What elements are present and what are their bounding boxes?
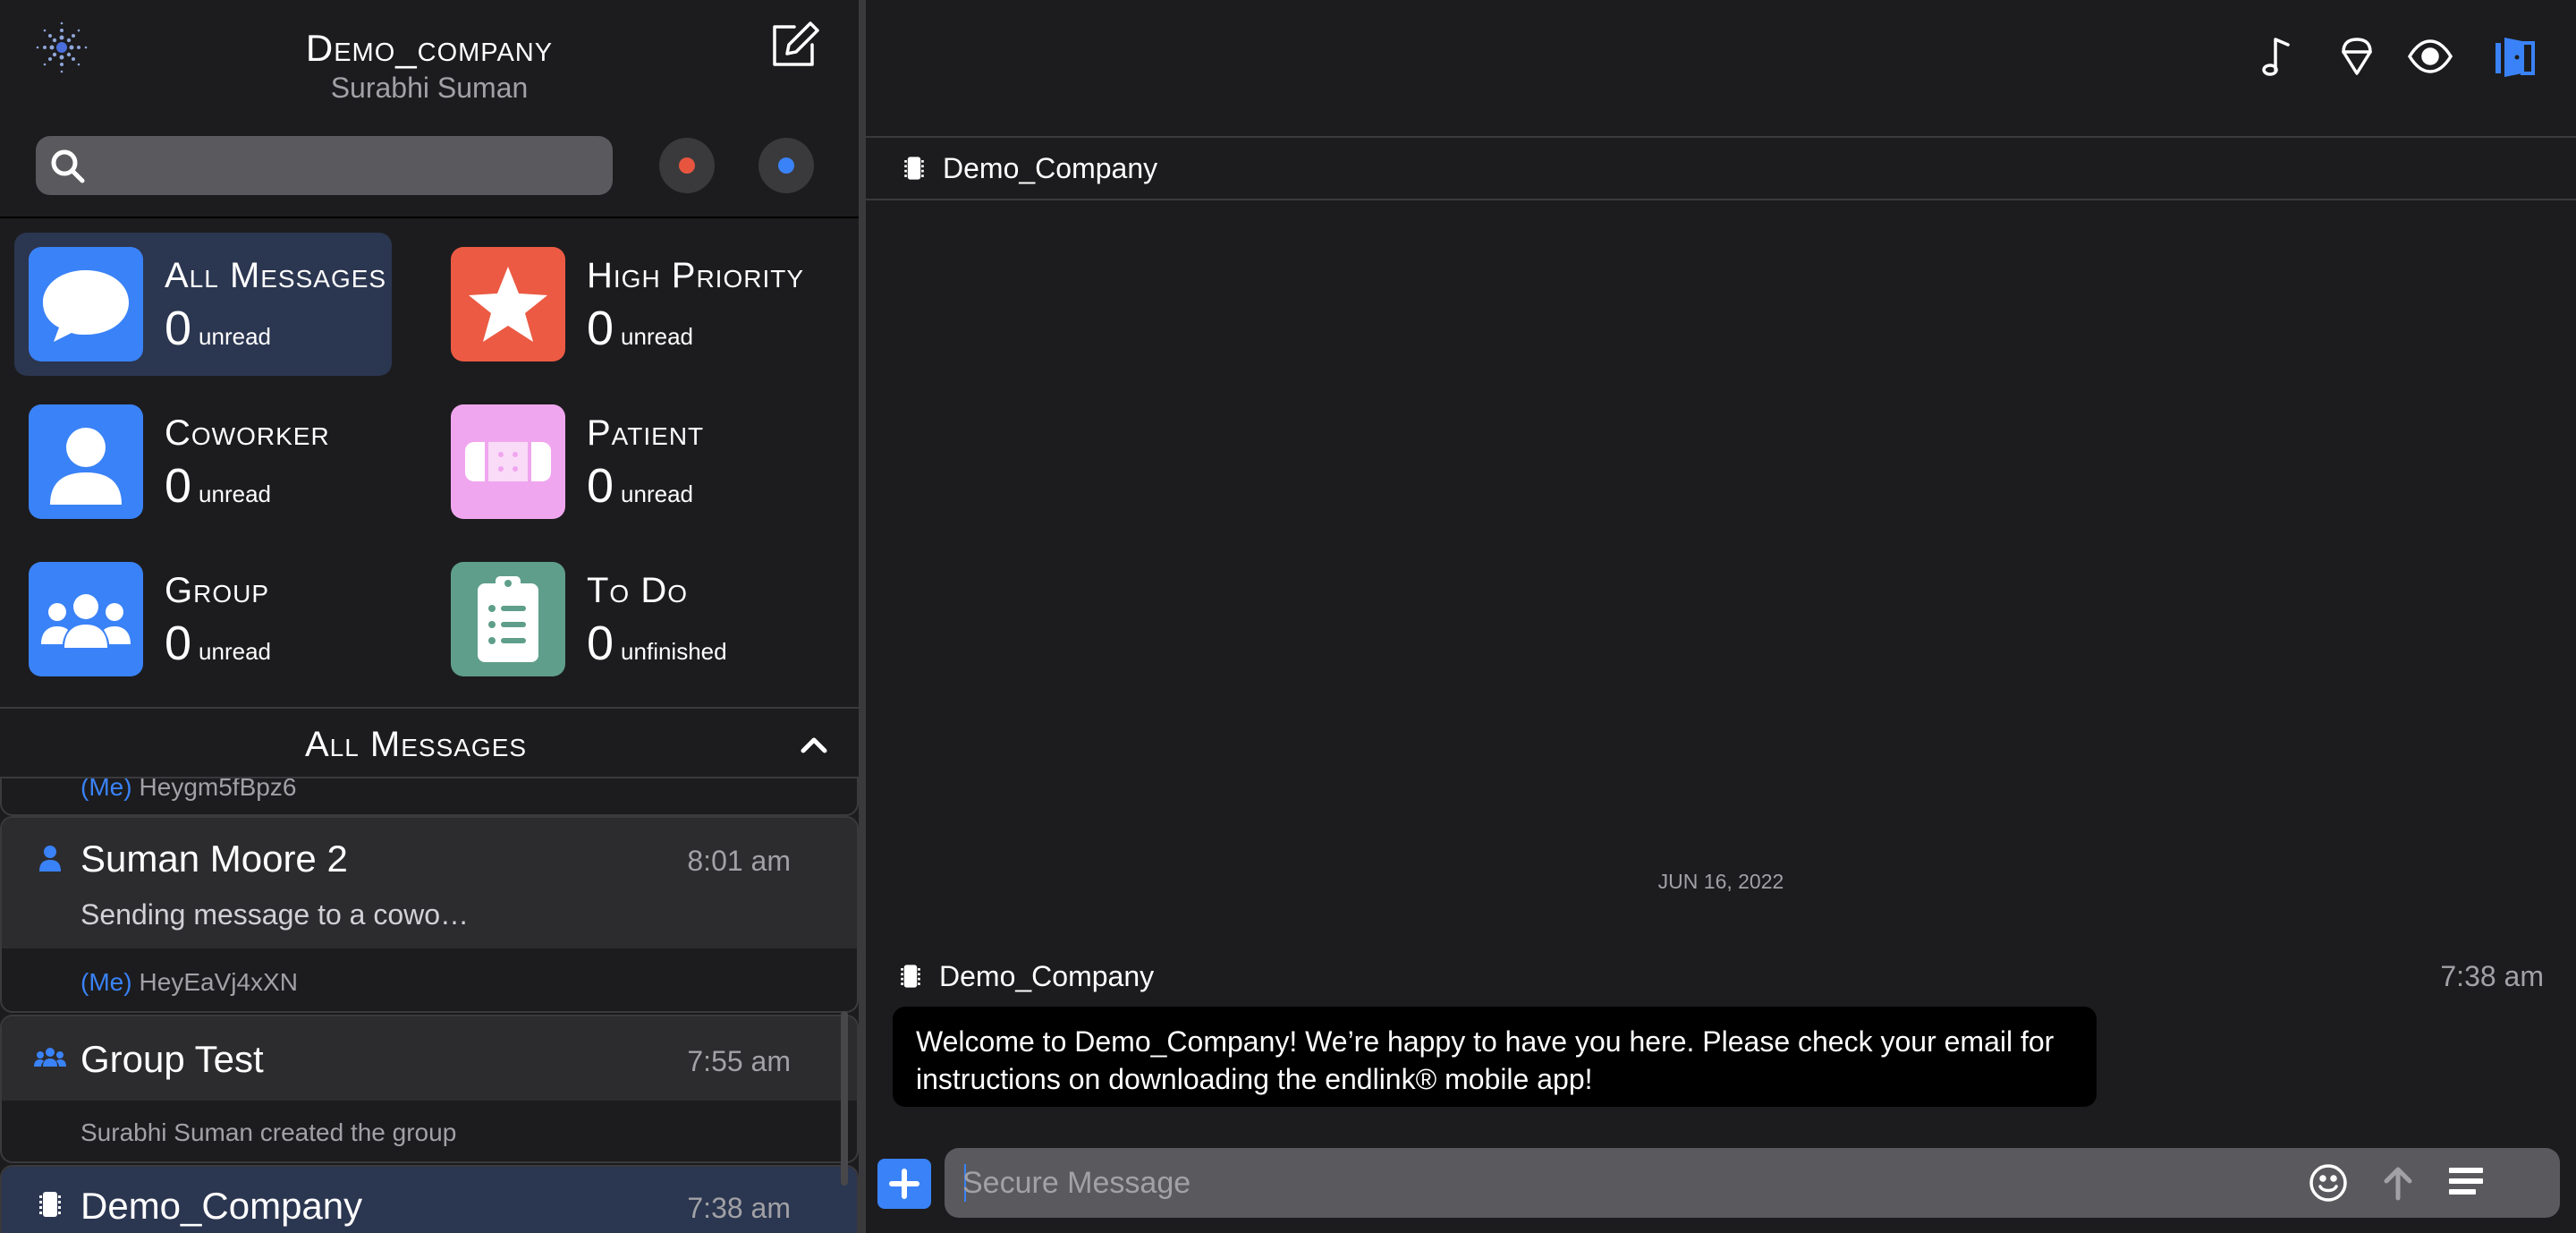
company-icon — [904, 157, 924, 180]
company-icon — [901, 965, 920, 988]
message-bubble[interactable]: Welcome to Demo_Company! We’re happy to … — [893, 1007, 2097, 1107]
tile-count: 0 unread — [165, 616, 271, 671]
message-composer[interactable] — [945, 1148, 2560, 1218]
divider — [866, 199, 2576, 200]
conversation-preview: Sending message to a cowo… — [80, 898, 470, 931]
app-window: Demo_company Surabhi Suman All Messages — [0, 0, 2576, 1233]
plus-icon — [889, 1169, 919, 1199]
tile-count: 0 unfinished — [587, 616, 727, 671]
divider — [866, 136, 2576, 138]
last-message-text: Heygm5fBpz6 — [139, 778, 297, 801]
divider — [0, 217, 859, 218]
user-name: Surabhi Suman — [330, 72, 529, 104]
last-message: (Me) HeyEaVj4xXN — [80, 968, 298, 997]
tile-count: 0 unread — [165, 301, 271, 356]
message-time: 7:38 am — [2440, 960, 2544, 992]
message-input[interactable] — [962, 1148, 2286, 1218]
chat-pane: Demo_Company JUN 16, 2022 Demo_Company 7… — [866, 0, 2576, 1233]
speech-bubble-icon — [29, 247, 143, 361]
ice-cream-icon[interactable] — [2333, 32, 2381, 81]
last-message-text: HeyEaVj4xXN — [139, 968, 298, 996]
conversation-title[interactable]: Demo_Company — [943, 152, 1157, 185]
red-dot-icon — [679, 157, 695, 174]
unread-count: 0 — [165, 459, 192, 513]
clipboard-icon — [451, 562, 565, 676]
unread-unit: unread — [199, 480, 272, 507]
tile-group[interactable]: Group 0 unread — [14, 548, 392, 691]
unread-unit: unread — [621, 480, 694, 507]
message-sender: Demo_Company — [939, 960, 1155, 992]
conversation-name: Suman Moore 2 — [80, 838, 348, 880]
conversation-item[interactable]: (Me) Heygm5fBpz6 — [0, 778, 859, 816]
company-name: Demo_company — [305, 27, 554, 69]
tile-count: 0 unread — [165, 458, 271, 514]
unread-unit: unread — [199, 638, 272, 665]
search-icon — [51, 149, 85, 183]
pane-divider[interactable] — [859, 0, 866, 1233]
conversation-time: 7:38 am — [687, 1192, 791, 1224]
conversation-time: 8:01 am — [687, 845, 791, 877]
group-icon — [29, 562, 143, 676]
tile-title: To Do — [587, 571, 688, 610]
blue-dot-icon — [778, 157, 794, 174]
tile-high-priority[interactable]: High Priority 0 unread — [436, 233, 814, 376]
exit-door-icon[interactable] — [2490, 32, 2538, 81]
section-title: All Messages — [304, 725, 528, 764]
chevron-up-icon[interactable] — [796, 727, 832, 762]
search-input[interactable] — [98, 136, 599, 195]
last-message: (Me) Heygm5fBpz6 — [80, 778, 296, 802]
unfinished-unit: unfinished — [621, 638, 727, 665]
red-status-button[interactable] — [659, 138, 715, 193]
send-arrow-icon[interactable] — [2376, 1161, 2420, 1205]
person-icon — [29, 404, 143, 519]
conversation-item-selected[interactable]: Demo_Company 7:38 am — [0, 1165, 859, 1233]
me-label: (Me) — [80, 778, 132, 801]
search-bar[interactable] — [36, 136, 613, 195]
conversation-time: 7:55 am — [687, 1045, 791, 1077]
tile-all-messages[interactable]: All Messages 0 unread — [14, 233, 392, 376]
menu-lines-icon[interactable] — [2444, 1161, 2488, 1205]
unread-count: 0 — [587, 459, 614, 513]
star-icon — [451, 247, 565, 361]
tile-coworker[interactable]: Coworker 0 unread — [14, 390, 392, 533]
company-icon — [39, 1192, 61, 1217]
conversation-item[interactable]: Suman Moore 2 8:01 am Sending message to… — [0, 816, 859, 1013]
tile-patient[interactable]: Patient 0 unread — [436, 390, 814, 533]
conversation-item[interactable]: Group Test 7:55 am Surabhi Suman created… — [0, 1015, 859, 1163]
scrollbar[interactable] — [841, 1011, 848, 1186]
unread-count: 0 — [165, 616, 192, 670]
date-divider: JUN 16, 2022 — [1657, 870, 1784, 893]
unread-unit: unread — [199, 323, 272, 350]
blue-status-button[interactable] — [758, 138, 814, 193]
tile-title: Patient — [587, 413, 705, 453]
music-note-icon[interactable] — [2254, 32, 2302, 81]
tile-count: 0 unread — [587, 458, 693, 514]
conversation-list[interactable]: (Me) Heygm5fBpz6 Suman Moore 2 8:01 am Se… — [0, 778, 859, 1233]
compose-icon[interactable] — [767, 18, 821, 72]
conversation-name: Demo_Company — [80, 1185, 363, 1227]
eye-icon[interactable] — [2406, 32, 2454, 81]
person-icon — [39, 846, 61, 872]
messages-section-header[interactable]: All Messages — [0, 707, 859, 778]
attach-button[interactable] — [877, 1159, 931, 1209]
bandage-icon — [451, 404, 565, 519]
conversation-name: Group Test — [80, 1038, 264, 1080]
group-icon — [34, 1048, 66, 1067]
tile-title: High Priority — [587, 256, 805, 295]
unread-unit: unread — [621, 323, 694, 350]
emoji-icon[interactable] — [2306, 1161, 2351, 1205]
tile-to-do[interactable]: To Do 0 unfinished — [436, 548, 814, 691]
tile-count: 0 unread — [587, 301, 693, 356]
unfinished-count: 0 — [587, 616, 614, 670]
sidebar: Demo_company Surabhi Suman All Messages — [0, 0, 859, 1233]
unread-count: 0 — [165, 302, 192, 355]
tile-title: Coworker — [165, 413, 330, 453]
me-label: (Me) — [80, 968, 132, 996]
unread-count: 0 — [587, 302, 614, 355]
last-message: Surabhi Suman created the group — [80, 1118, 457, 1146]
tile-title: All Messages — [165, 256, 387, 295]
tile-title: Group — [165, 571, 270, 610]
